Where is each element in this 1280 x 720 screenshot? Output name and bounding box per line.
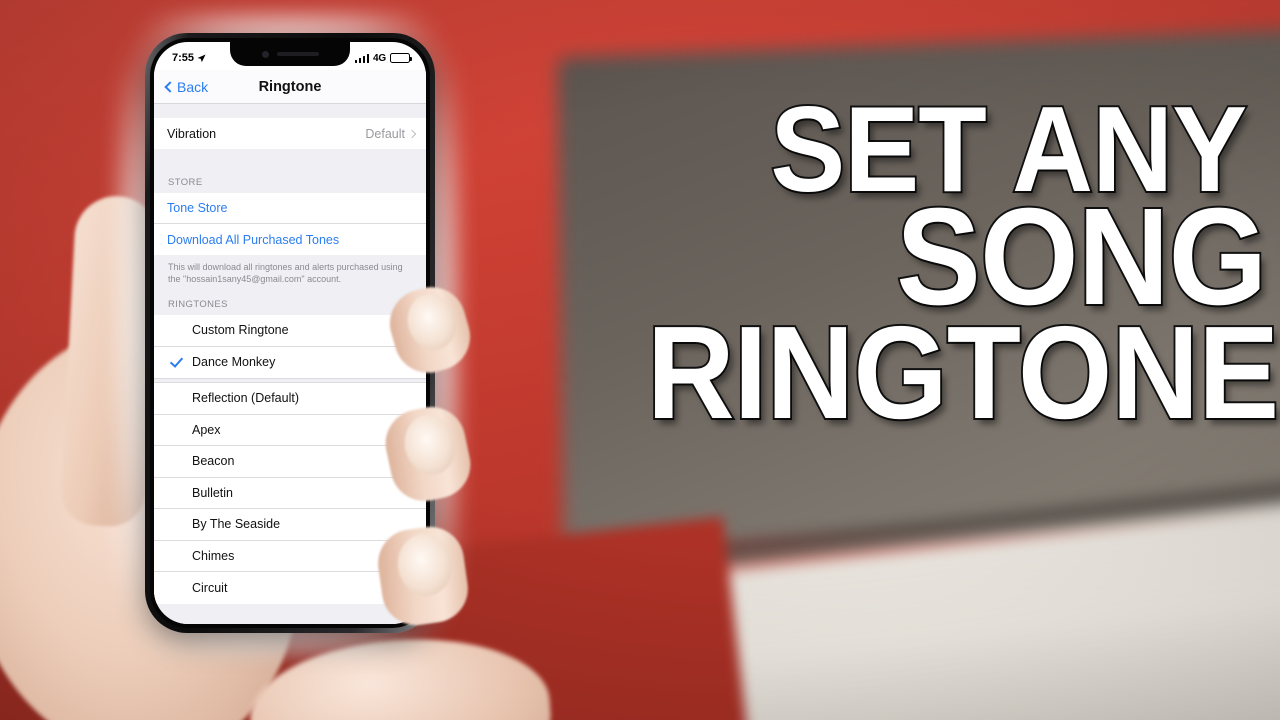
thumbnail-headline: SET ANY SONG RINGTONE [470,86,1280,536]
headline-line-3: RINGTONE [645,298,1280,446]
